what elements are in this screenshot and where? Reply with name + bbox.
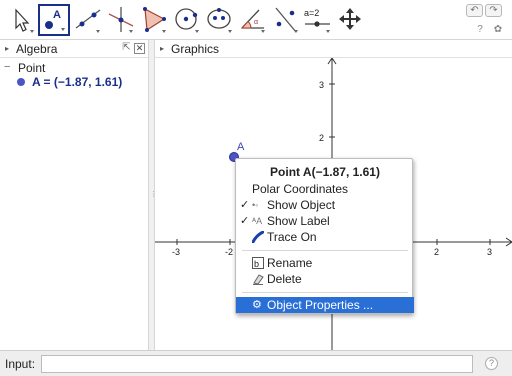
circle-tool[interactable] <box>171 4 203 36</box>
x-tick-label: -2 <box>225 247 233 257</box>
algebra-view-title: Algebra <box>16 42 58 56</box>
show-object-item[interactable]: ✓ •◦ Show Object <box>236 197 414 213</box>
menu-item-label: Show Label <box>267 214 330 228</box>
slider-tool-icon: a=2 <box>304 8 330 33</box>
algebra-view-header[interactable]: ▸ Algebra ⇱ ✕ <box>0 40 148 58</box>
input-field[interactable] <box>41 355 473 373</box>
trace-icon <box>252 231 264 243</box>
object-properties-item[interactable]: ⚙ Object Properties ... <box>236 297 414 313</box>
redo-button[interactable]: ↷ <box>485 4 502 17</box>
move-graphics-view-tool-icon <box>339 8 361 30</box>
slider-tool-label: a=2 <box>304 8 319 18</box>
collapse-arrow-icon[interactable]: ▸ <box>5 40 9 58</box>
trace-on-item[interactable]: Trace On <box>236 229 414 245</box>
menu-item-label: Rename <box>267 256 313 270</box>
polar-coordinates-item[interactable]: Polar Coordinates <box>236 181 414 197</box>
input-label: Input: <box>5 357 36 371</box>
rename-icon: b <box>252 257 264 269</box>
rename-item[interactable]: b Rename <box>236 255 414 271</box>
point-a-label[interactable]: A <box>237 141 245 153</box>
context-menu: Point A(−1.87, 1.61) Polar Coordinates ✓… <box>235 158 414 314</box>
reflect-tool-icon <box>275 7 298 33</box>
move-tool[interactable] <box>6 4 38 36</box>
x-tick-label: -3 <box>172 247 180 257</box>
input-bar: Input: ? <box>0 350 512 376</box>
line-tool-icon <box>75 9 101 33</box>
undo-icon: ↶ <box>470 5 479 16</box>
x-tick-label: 2 <box>434 247 439 257</box>
show-label-icon: ᴬA <box>252 216 263 226</box>
visibility-toggle-icon[interactable] <box>17 78 25 86</box>
ellipse-tool-icon <box>207 8 232 33</box>
perpendicular-line-tool-icon <box>108 7 134 33</box>
algebra-view: − Point A = (−1.87, 1.61) <box>0 58 148 350</box>
menu-item-label: Trace On <box>267 230 317 244</box>
close-icon[interactable]: ✕ <box>134 43 145 54</box>
algebra-group-label: Point <box>18 61 46 75</box>
view-splitter[interactable]: ⋮ <box>148 40 157 350</box>
context-menu-title: Point A(−1.87, 1.61) <box>270 165 380 179</box>
svg-text:α: α <box>254 19 258 26</box>
y-tick-label: 2 <box>319 133 324 143</box>
eraser-icon <box>253 274 264 285</box>
ellipse-tool[interactable] <box>204 4 236 36</box>
menu-item-label: Show Object <box>267 198 336 212</box>
point-tool-label: A <box>53 9 61 21</box>
move-tool-icon <box>15 8 34 33</box>
move-graphics-view-tool[interactable] <box>335 4 367 36</box>
menu-item-label: Delete <box>267 272 302 286</box>
perpendicular-line-tool[interactable] <box>105 4 137 36</box>
slider-tool[interactable]: a=2 <box>302 4 334 36</box>
menu-separator <box>242 250 408 251</box>
graphics-view-header[interactable]: ▸ Graphics <box>155 40 512 58</box>
graphics-view-title: Graphics <box>171 42 220 56</box>
check-icon: ✓ <box>240 215 250 227</box>
menu-item-label: Polar Coordinates <box>252 182 349 196</box>
collapse-group-icon[interactable]: − <box>4 61 10 73</box>
y-tick-label: 3 <box>319 80 324 90</box>
help-icon[interactable]: ? <box>485 357 498 370</box>
undo-redo-group: ↶ ↷ <box>466 4 506 18</box>
line-tool[interactable] <box>72 4 104 36</box>
settings-icon[interactable]: ✿ <box>492 24 504 36</box>
algebra-item-text: A = (−1.87, 1.61) <box>32 75 123 89</box>
angle-tool-icon: α <box>240 9 265 33</box>
toolbar: A α a=2 ↶ ↷ ? ✿ <box>0 0 512 40</box>
x-tick-label: 3 <box>487 247 492 257</box>
delete-item[interactable]: Delete <box>236 271 414 287</box>
reflect-tool[interactable] <box>270 4 302 36</box>
polygon-tool[interactable] <box>138 4 170 36</box>
polygon-tool-icon <box>143 7 166 33</box>
svg-text:b: b <box>254 259 259 269</box>
algebra-item[interactable]: A = (−1.87, 1.61) <box>17 75 122 89</box>
help-icon[interactable]: ? <box>474 24 486 36</box>
collapse-arrow-icon[interactable]: ▸ <box>160 40 164 58</box>
menu-item-label: Object Properties ... <box>267 298 374 312</box>
redo-icon: ↷ <box>489 5 498 16</box>
show-label-item[interactable]: ✓ ᴬA Show Label <box>236 213 414 229</box>
undock-icon[interactable]: ⇱ <box>121 43 132 54</box>
angle-tool[interactable]: α <box>237 4 269 36</box>
point-tool[interactable]: A <box>38 4 70 36</box>
circle-tool-icon <box>175 8 199 33</box>
gear-icon: ⚙ <box>252 299 262 311</box>
menu-separator <box>242 292 408 293</box>
point-tool-icon: A <box>45 9 65 31</box>
show-object-icon: •◦ <box>252 200 259 210</box>
check-icon: ✓ <box>240 199 250 211</box>
undo-button[interactable]: ↶ <box>466 4 483 17</box>
